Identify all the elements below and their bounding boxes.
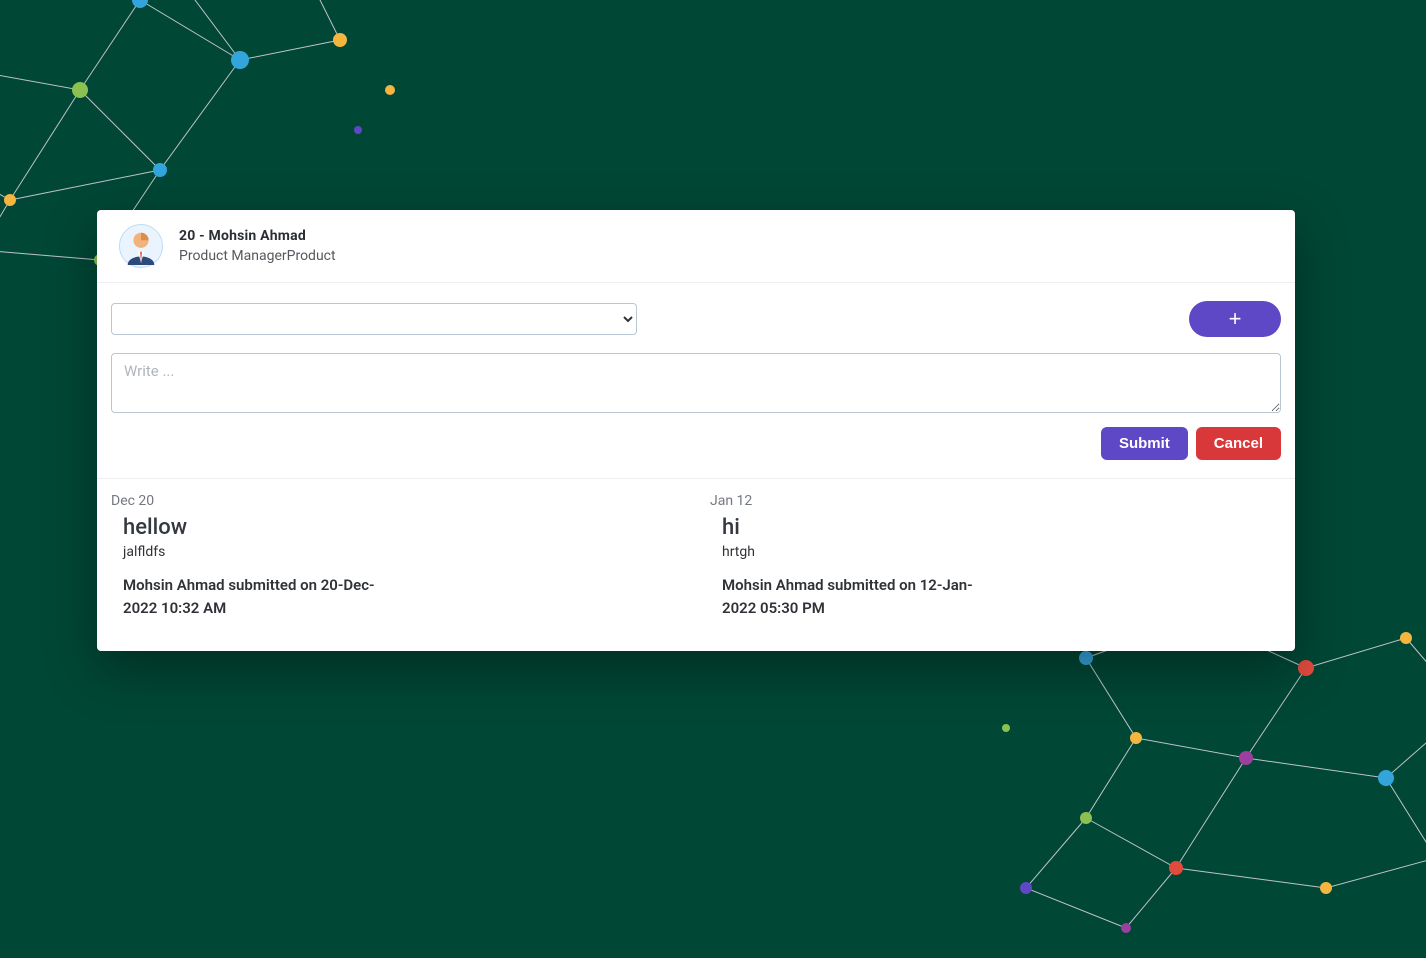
- header-title: 20 - Mohsin Ahmad: [179, 228, 336, 244]
- entry-heading: hellow: [123, 515, 674, 540]
- modal-card: 20 - Mohsin Ahmad Product ManagerProduct…: [97, 210, 1295, 651]
- category-select[interactable]: [111, 303, 637, 335]
- entry: Jan 12 hi hrtgh Mohsin Ahmad submitted o…: [696, 485, 1295, 623]
- submit-button[interactable]: Submit: [1101, 427, 1188, 460]
- entry-date: Dec 20: [111, 493, 674, 509]
- form-block: +: [97, 283, 1295, 421]
- entry-body: jalfldfs: [123, 544, 674, 560]
- write-textarea[interactable]: [111, 353, 1281, 413]
- header-subtitle: Product ManagerProduct: [179, 248, 336, 264]
- form-row-select: +: [111, 301, 1281, 337]
- avatar: [119, 224, 163, 268]
- avatar-icon: [122, 227, 160, 265]
- add-button[interactable]: +: [1189, 301, 1281, 337]
- entry: Dec 20 hellow jalfldfs Mohsin Ahmad subm…: [97, 485, 696, 623]
- entry-body: hrtgh: [722, 544, 1273, 560]
- entry-heading: hi: [722, 515, 1273, 540]
- entry-date: Jan 12: [710, 493, 1273, 509]
- form-actions: Submit Cancel: [97, 421, 1295, 478]
- card-header: 20 - Mohsin Ahmad Product ManagerProduct: [97, 210, 1295, 283]
- entries-grid: Dec 20 hellow jalfldfs Mohsin Ahmad subm…: [97, 478, 1295, 651]
- cancel-button[interactable]: Cancel: [1196, 427, 1281, 460]
- entry-meta: Mohsin Ahmad submitted on 20-Dec-2022 10…: [123, 574, 383, 619]
- entry-meta: Mohsin Ahmad submitted on 12-Jan-2022 05…: [722, 574, 982, 619]
